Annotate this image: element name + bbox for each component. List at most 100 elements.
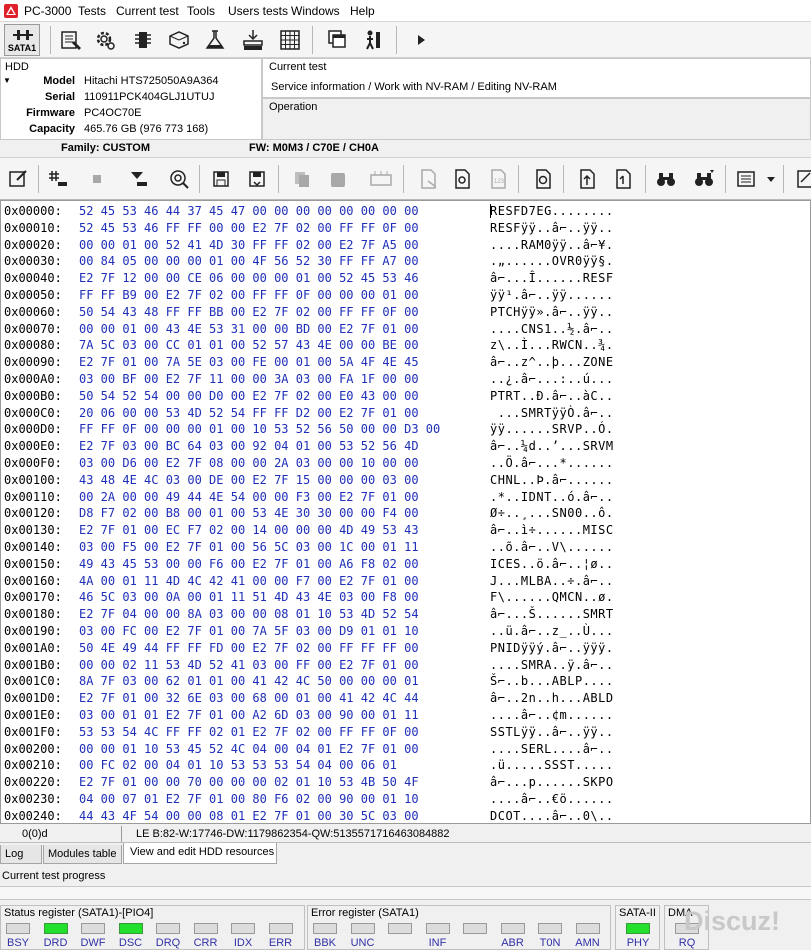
hex-ascii[interactable]: ....SERL....â⌐.. [490, 741, 614, 758]
hex-bytes[interactable]: 04 00 07 01 E2 7F 01 00 80 F6 02 00 90 0… [79, 791, 419, 808]
refresh-button[interactable] [165, 165, 193, 193]
note-button[interactable] [790, 165, 811, 193]
hex-editor[interactable]: 0x00000: 52 45 53 46 44 37 45 47 00 00 00… [0, 200, 811, 824]
hex-ascii[interactable]: ÿÿ¹.â⌐..ÿÿ...... [490, 287, 614, 304]
hex-row[interactable]: 0x000B0: 50 54 52 54 00 00 D0 00 E2 7F 02… [1, 388, 810, 405]
hex-row[interactable]: 0x00000: 52 45 53 46 44 37 45 47 00 00 00… [1, 203, 810, 220]
hdd-button[interactable] [164, 25, 194, 55]
hex-bytes[interactable]: 00 00 02 11 53 4D 52 41 03 00 FF 00 E2 7… [79, 657, 419, 674]
windows-button[interactable] [323, 25, 353, 55]
upload-button[interactable] [573, 165, 601, 193]
hex-ascii[interactable]: Ø÷..¸...SN00..ô. [490, 505, 614, 522]
gear-button[interactable] [90, 25, 120, 55]
hex-row[interactable]: 0x00190: 03 00 FC 00 E2 7F 01 00 7A 5F 03… [1, 623, 810, 640]
hex-row[interactable]: 0x00150: 49 43 45 53 00 00 F6 00 E2 7F 01… [1, 556, 810, 573]
sata-port-button[interactable]: SATA1 [4, 24, 40, 56]
hex-row[interactable]: 0x001A0: 50 4E 49 44 FF FF FD 00 E2 7F 02… [1, 640, 810, 657]
hex-bytes[interactable]: 52 45 53 46 FF FF 00 00 E2 7F 02 00 FF F… [79, 220, 419, 237]
hex-ascii[interactable]: ..¿.â⌐...:..ú... [490, 371, 614, 388]
hex-bytes[interactable]: 03 00 F5 00 E2 7F 01 00 56 5C 03 00 1C 0… [79, 539, 419, 556]
tab-view-edit-hdd-resources[interactable]: View and edit HDD resources [123, 843, 277, 864]
hex-ascii[interactable]: ....â⌐..¢m...... [490, 707, 614, 724]
hex-ascii[interactable]: PTRT..Ð.â⌐..àC.. [490, 388, 614, 405]
hex-bytes[interactable]: 50 54 52 54 00 00 D0 00 E2 7F 02 00 E0 4… [79, 388, 419, 405]
hex-row[interactable]: 0x00070: 00 00 01 00 43 4E 53 31 00 00 BD… [1, 321, 810, 338]
hex-ascii[interactable]: ....â⌐..€ö...... [490, 791, 614, 808]
hex-row[interactable]: 0x00100: 43 48 4E 4C 03 00 DE 00 E2 7F 15… [1, 472, 810, 489]
hex-ascii[interactable]: J...MLBA..÷.â⌐.. [490, 573, 614, 590]
hex-ascii[interactable]: CHNL..Þ.â⌐...... [490, 472, 614, 489]
find-button[interactable] [652, 165, 680, 193]
hex-ascii[interactable]: â⌐..z^..þ...ZONE [490, 354, 614, 371]
hex-ascii[interactable]: ..õ.â⌐..V\...... [490, 539, 614, 556]
hex-row[interactable]: 0x001B0: 00 00 02 11 53 4D 52 41 03 00 FF… [1, 657, 810, 674]
hex-bytes[interactable]: 50 54 43 48 FF FF BB 00 E2 7F 02 00 FF F… [79, 304, 419, 321]
hex-bytes[interactable]: 00 FC 02 00 04 01 10 53 53 53 54 04 00 0… [79, 757, 397, 774]
hex-row[interactable]: 0x00020: 00 00 01 00 52 41 4D 30 FF FF 02… [1, 237, 810, 254]
hex-ascii[interactable]: Š⌐..b...ABLP.... [490, 673, 614, 690]
hex-row[interactable]: 0x00220: E2 7F 01 00 00 70 00 00 00 02 01… [1, 774, 810, 791]
hex-row[interactable]: 0x00210: 00 FC 02 00 04 01 10 53 53 53 54… [1, 757, 810, 774]
hex-ascii[interactable]: RESFÿÿ..â⌐..ÿÿ.. [490, 220, 614, 237]
chip-button[interactable] [128, 25, 158, 55]
flask-button[interactable] [200, 25, 230, 55]
download-file-button[interactable] [609, 165, 637, 193]
person-button[interactable] [358, 25, 388, 55]
hex-row[interactable]: 0x00030: 00 84 05 00 00 00 01 00 4F 56 52… [1, 253, 810, 270]
hex-row[interactable]: 0x000D0: FF FF 0F 00 00 00 01 00 10 53 52… [1, 421, 810, 438]
hex-bytes[interactable]: 7A 5C 03 00 CC 01 01 00 52 57 43 4E 00 0… [79, 337, 419, 354]
hex-ascii[interactable]: ..ü.â⌐..z_..Ù... [490, 623, 614, 640]
hex-ascii[interactable]: z\..Ì...RWCN..¾. [490, 337, 614, 354]
hex-ascii[interactable]: SSTLÿÿ..â⌐..ÿÿ.. [490, 724, 614, 741]
hex-bytes[interactable]: 43 48 4E 4C 03 00 DE 00 E2 7F 15 00 00 0… [79, 472, 419, 489]
hex-bytes[interactable]: 44 43 4F 54 00 00 08 01 E2 7F 01 00 30 5… [79, 808, 419, 823]
page-button[interactable] [414, 165, 442, 193]
hex-ascii[interactable]: ICES..ö.â⌐..¦ø.. [490, 556, 614, 573]
save-button[interactable] [207, 165, 235, 193]
hex-ascii[interactable]: â⌐..ì÷......MISC [490, 522, 614, 539]
hex-row[interactable]: 0x000C0: 20 06 00 00 53 4D 52 54 FF FF D2… [1, 405, 810, 422]
hex-ascii[interactable]: RESFD7EG........ [490, 203, 614, 220]
hex-bytes[interactable]: E2 7F 01 00 EC F7 02 00 14 00 00 00 4D 4… [79, 522, 419, 539]
app-name[interactable]: PC-3000 [24, 4, 71, 18]
hex-row[interactable]: 0x00180: E2 7F 04 00 00 8A 03 00 00 08 01… [1, 606, 810, 623]
tab-modules-table[interactable]: Modules table [43, 845, 122, 864]
hex-row[interactable]: 0x00160: 4A 00 01 11 4D 4C 42 41 00 00 F7… [1, 573, 810, 590]
hex-bytes[interactable]: 00 2A 00 00 49 44 4E 54 00 00 F3 00 E2 7… [79, 489, 419, 506]
menu-tools[interactable]: Tools [187, 4, 215, 18]
hex-bytes[interactable]: 50 4E 49 44 FF FF FD 00 E2 7F 02 00 FF F… [79, 640, 419, 657]
hex-bytes[interactable]: E2 7F 04 00 00 8A 03 00 00 08 01 10 53 4… [79, 606, 419, 623]
hex-row[interactable]: 0x00170: 46 5C 03 00 0A 00 01 11 51 4D 43… [1, 589, 810, 606]
hex-bytes[interactable]: D8 F7 02 00 B8 00 01 00 53 4E 30 30 00 0… [79, 505, 419, 522]
download-button[interactable] [125, 165, 153, 193]
hex-bytes[interactable]: 03 00 FC 00 E2 7F 01 00 7A 5F 03 00 D9 0… [79, 623, 419, 640]
hex-ascii[interactable]: â⌐...Š......SMRT [490, 606, 614, 623]
hex-ascii[interactable]: F\......QMCN..ø. [490, 589, 614, 606]
hex-row[interactable]: 0x00140: 03 00 F5 00 E2 7F 01 00 56 5C 03… [1, 539, 810, 556]
hex-row[interactable]: 0x00080: 7A 5C 03 00 CC 01 01 00 52 57 43… [1, 337, 810, 354]
copy-button[interactable] [288, 165, 316, 193]
hex-bytes[interactable]: 53 53 54 4C FF FF 02 01 E2 7F 02 00 FF F… [79, 724, 419, 741]
menu-users-tests[interactable]: Users tests [228, 4, 288, 18]
hex-bytes[interactable]: 00 00 01 00 43 4E 53 31 00 00 BD 00 E2 7… [79, 321, 419, 338]
hex-ascii[interactable]: ....CNS1..½.â⌐.. [490, 321, 614, 338]
hex-ascii[interactable]: ..Ö.â⌐...*...... [490, 455, 614, 472]
hex-ascii[interactable]: â⌐..¼d..’...SRVM [490, 438, 614, 455]
hex-bytes[interactable]: 8A 7F 03 00 62 01 01 00 41 42 4C 50 00 0… [79, 673, 419, 690]
hex-ascii[interactable]: DCOT....â⌐..0\.. [490, 808, 614, 823]
hex-ascii[interactable]: â⌐...Î......RESF [490, 270, 614, 287]
hex-row[interactable]: 0x001D0: E2 7F 01 00 32 6E 03 00 68 00 01… [1, 690, 810, 707]
hex-ascii[interactable]: PNIDÿÿý.â⌐..ÿÿÿ. [490, 640, 614, 657]
hex-ascii[interactable]: .„......OVR0ÿÿ§. [490, 253, 614, 270]
edit-button[interactable] [4, 165, 32, 193]
hex-row[interactable]: 0x001C0: 8A 7F 03 00 62 01 01 00 41 42 4C… [1, 673, 810, 690]
bookmark-button[interactable] [44, 165, 72, 193]
page-edit-button[interactable] [448, 165, 476, 193]
hex-bytes[interactable]: 46 5C 03 00 0A 00 01 11 51 4D 43 4E 03 0… [79, 589, 419, 606]
hex-row[interactable]: 0x000A0: 03 00 BF 00 E2 7F 11 00 00 3A 03… [1, 371, 810, 388]
hex-ascii[interactable]: â⌐...p......SKPO [490, 774, 614, 791]
play-button[interactable] [406, 25, 436, 55]
hex-bytes[interactable]: E2 7F 01 00 32 6E 03 00 68 00 01 00 41 4… [79, 690, 419, 707]
menu-current-test[interactable]: Current test [116, 4, 179, 18]
grid-button[interactable] [275, 25, 305, 55]
